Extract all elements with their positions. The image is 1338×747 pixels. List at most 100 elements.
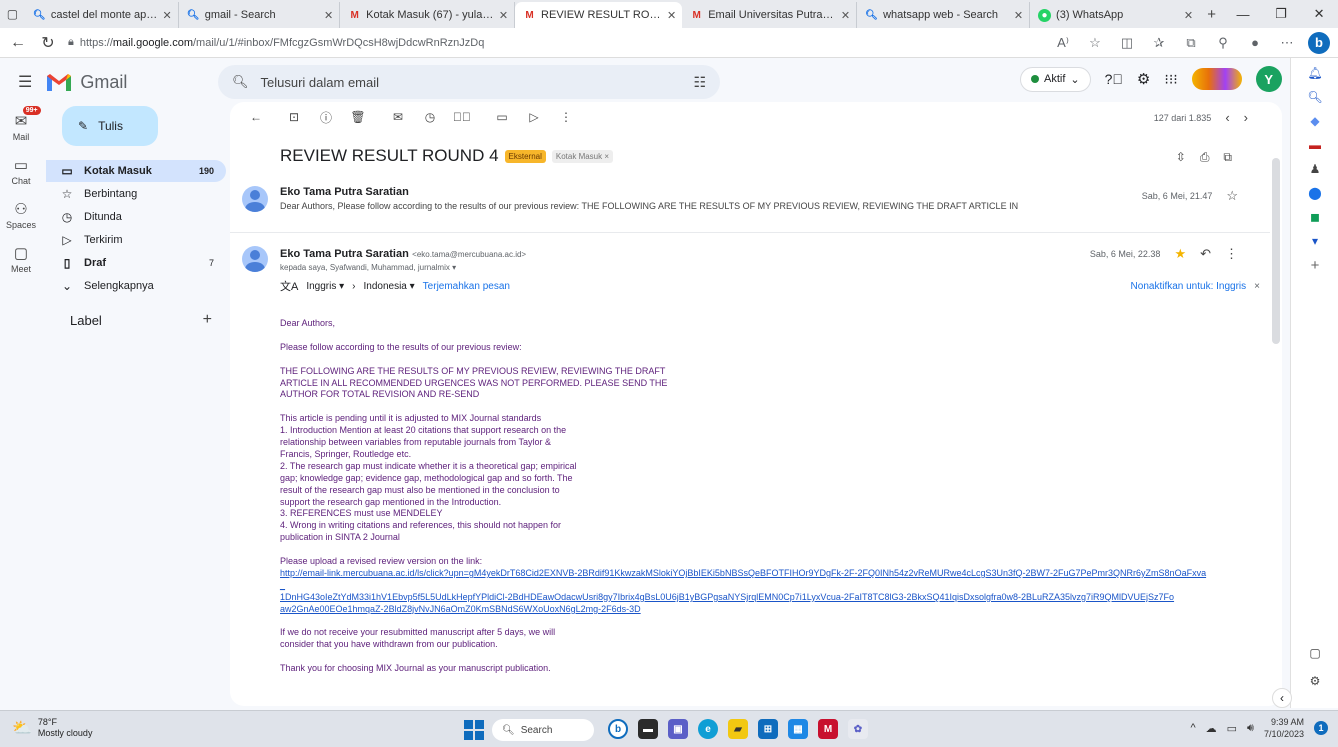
- back-to-inbox-icon[interactable]: ←: [244, 110, 268, 124]
- minimize-icon[interactable]: —: [1224, 0, 1262, 28]
- reply-icon[interactable]: ↶: [1200, 246, 1211, 262]
- apps-grid-icon[interactable]: ⁝⁝⁝: [1164, 71, 1177, 88]
- url-field[interactable]: 🔒︎ https://mail.google.com/mail/u/1/#inb…: [68, 32, 1042, 54]
- reload-icon[interactable]: ↻: [38, 33, 58, 53]
- clock[interactable]: 9:39 AM 7/10/2023: [1264, 716, 1304, 740]
- browser-tab-active[interactable]: M REVIEW RESULT ROUND 4 - yula ✕: [515, 2, 683, 28]
- search-icon[interactable]: 🔍︎: [1291, 86, 1338, 108]
- tag-icon[interactable]: ◆: [1291, 110, 1338, 132]
- cloud-icon[interactable]: ☁: [1206, 722, 1217, 735]
- browser-tab[interactable]: 🔍︎ gmail - Search ✕: [179, 2, 341, 28]
- report-spam-icon[interactable]: ⓘ: [314, 109, 338, 126]
- browser-tab[interactable]: M Email Universitas Putra Indonesi ✕: [682, 2, 858, 28]
- network-icon[interactable]: ▭: [1227, 722, 1237, 735]
- more-menu-icon[interactable]: ⋯: [1276, 35, 1298, 51]
- recipients-toggle[interactable]: kepada saya, Syafwandi, Muhammad, jurnal…: [280, 263, 526, 272]
- tab-actions-icon[interactable]: ▢: [0, 0, 25, 28]
- extensions-icon[interactable]: ⚲: [1212, 35, 1234, 51]
- snooze-icon[interactable]: ◷: [418, 110, 442, 124]
- mark-unread-icon[interactable]: ✉: [386, 110, 410, 124]
- review-link[interactable]: http://email-link.mercubuana.ac.id/ls/cl…: [280, 568, 1206, 590]
- bing-chat-button[interactable]: b: [1308, 31, 1330, 54]
- close-tab-icon[interactable]: ✕: [499, 9, 508, 22]
- drop-icon[interactable]: ▾: [1291, 230, 1338, 252]
- gmail-logo[interactable]: Gmail: [46, 72, 127, 93]
- store-icon[interactable]: ⊞: [758, 719, 778, 739]
- sidebar-toggle-icon[interactable]: ▢: [1291, 642, 1338, 664]
- edge-browser-icon[interactable]: e: [698, 719, 718, 739]
- print-icon[interactable]: ⎙: [1200, 150, 1210, 165]
- review-link[interactable]: 1DnHG43oIeZtYdM33i1hV1Ebvp5f5L5UdLkHepfY…: [280, 592, 1174, 602]
- calendar-app-icon[interactable]: ▦: [788, 719, 808, 739]
- close-tab-icon[interactable]: ✕: [162, 9, 171, 22]
- more-options-icon[interactable]: ⋮: [554, 110, 578, 124]
- delete-icon[interactable]: 🗑︎: [346, 110, 370, 124]
- task-view-icon[interactable]: ▬: [638, 719, 658, 739]
- add-app-icon[interactable]: +: [1291, 254, 1338, 276]
- outlook-icon[interactable]: ◼: [1291, 206, 1338, 228]
- bell-icon[interactable]: 🔔︎: [1291, 62, 1338, 84]
- disable-translate-link[interactable]: Nonaktifkan untuk: Inggris: [1131, 281, 1247, 292]
- office-icon[interactable]: ⬤: [1291, 182, 1338, 204]
- back-icon[interactable]: ←: [8, 34, 28, 52]
- move-to-icon[interactable]: ▭: [490, 110, 514, 124]
- close-icon[interactable]: ×: [1254, 281, 1260, 292]
- sidebar-item-starred[interactable]: ☆ Berbintang: [46, 183, 226, 205]
- sidebar-item-drafts[interactable]: ▯ Draf 7: [46, 252, 226, 274]
- collections-icon[interactable]: ⧉: [1180, 35, 1202, 51]
- favorites-icon[interactable]: ✰: [1148, 35, 1170, 51]
- mcafee-icon[interactable]: M: [818, 719, 838, 739]
- rail-chat[interactable]: ▭ Chat: [0, 156, 42, 186]
- new-tab-icon[interactable]: +: [1199, 0, 1224, 28]
- windows-start-icon[interactable]: [464, 720, 484, 740]
- search-icon[interactable]: 🔍︎: [232, 74, 249, 90]
- close-tab-icon[interactable]: ✕: [667, 9, 676, 22]
- archive-icon[interactable]: ⊡: [282, 110, 306, 124]
- collapsed-message[interactable]: Eko Tama Putra Saratian Dear Authors, Pl…: [280, 186, 1018, 211]
- tools-icon[interactable]: ▬: [1291, 134, 1338, 156]
- help-icon[interactable]: ?⃝: [1105, 71, 1123, 87]
- inbox-label-chip[interactable]: Kotak Masuk ×: [551, 149, 614, 163]
- main-menu-icon[interactable]: ☰: [18, 72, 32, 92]
- notification-badge-icon[interactable]: 1: [1314, 721, 1328, 735]
- star-icon[interactable]: ☆: [1226, 188, 1238, 204]
- newer-chevron-icon[interactable]: ‹: [1225, 110, 1229, 125]
- rail-mail[interactable]: ✉ 99+ Mail: [0, 106, 42, 142]
- label-icon[interactable]: ▷: [522, 110, 546, 124]
- settings-gear-icon[interactable]: ⚙: [1137, 70, 1150, 88]
- close-tab-icon[interactable]: ✕: [1184, 9, 1193, 22]
- app-icon[interactable]: ✿: [848, 719, 868, 739]
- close-tab-icon[interactable]: ✕: [324, 9, 333, 22]
- bing-app-icon[interactable]: b: [608, 719, 628, 739]
- search-bar[interactable]: 🔍︎ Telusuri dalam email ☷: [218, 65, 720, 99]
- target-language-select[interactable]: Indonesia ▾: [364, 281, 415, 292]
- search-options-icon[interactable]: ☷: [693, 74, 706, 91]
- restore-icon[interactable]: ❐: [1262, 0, 1300, 28]
- close-tab-icon[interactable]: ✕: [841, 9, 850, 22]
- games-icon[interactable]: ♟: [1291, 158, 1338, 180]
- sidebar-item-sent[interactable]: ▷ Terkirim: [46, 229, 226, 251]
- older-chevron-icon[interactable]: ›: [1244, 110, 1248, 125]
- taskbar-search[interactable]: 🔍︎ Search: [492, 719, 594, 741]
- volume-icon[interactable]: 🔊︎: [1247, 722, 1254, 735]
- account-avatar[interactable]: Y: [1255, 66, 1282, 92]
- sidebar-item-snoozed[interactable]: ◷ Ditunda: [46, 206, 226, 228]
- open-new-window-icon[interactable]: ⧉: [1223, 150, 1232, 165]
- sidebar-item-more[interactable]: ⌄ Selengkapnya: [46, 275, 226, 297]
- add-label-icon[interactable]: +: [203, 311, 212, 329]
- close-tab-icon[interactable]: ✕: [1014, 9, 1023, 22]
- browser-tab[interactable]: 🔍︎ whatsapp web - Search ✕: [857, 2, 1031, 28]
- status-dropdown[interactable]: Aktif ⌄: [1020, 66, 1091, 92]
- expand-all-icon[interactable]: ⇳: [1176, 150, 1186, 165]
- profile-icon[interactable]: ●: [1244, 35, 1266, 50]
- teams-chat-icon[interactable]: ▣: [668, 719, 688, 739]
- rail-spaces[interactable]: ⚇ Spaces: [0, 200, 42, 230]
- browser-tab[interactable]: 🔍︎ castel del monte apulia italy - Se ✕: [25, 2, 179, 28]
- chevron-up-icon[interactable]: ^: [1190, 722, 1195, 734]
- settings-gear-icon[interactable]: ⚙: [1291, 670, 1338, 692]
- compose-button[interactable]: ✎ Tulis: [62, 106, 158, 146]
- browser-tab[interactable]: M Kotak Masuk (67) - yulasmi40@ ✕: [340, 2, 516, 28]
- scrollbar-thumb[interactable]: [1272, 158, 1280, 344]
- collapse-panel-icon[interactable]: ‹: [1272, 688, 1292, 708]
- sidebar-item-inbox[interactable]: ▭ Kotak Masuk 190: [46, 160, 226, 182]
